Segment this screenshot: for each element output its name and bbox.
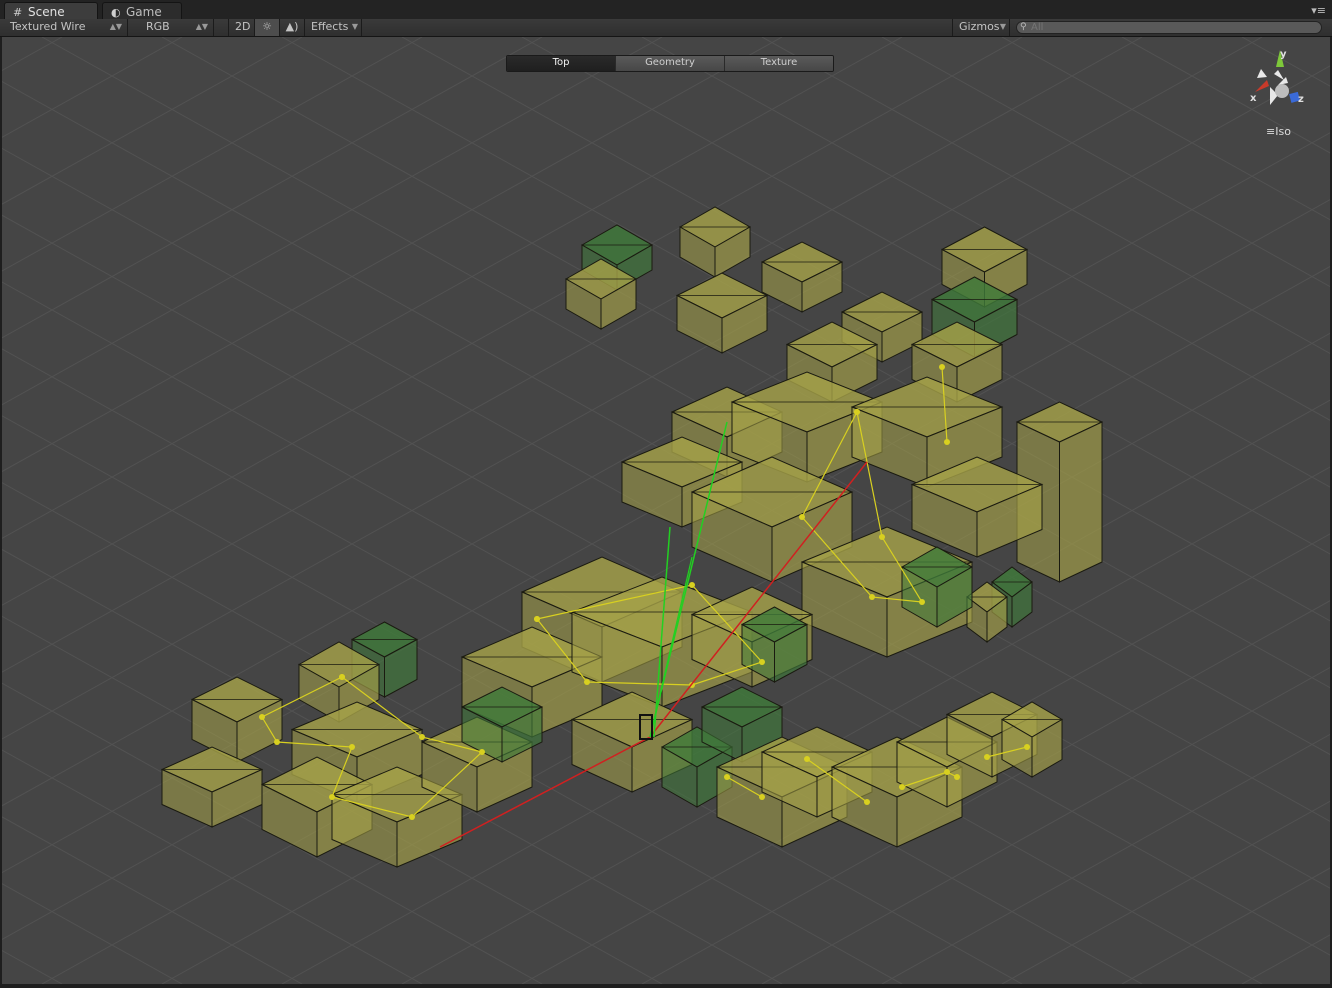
- hierarchy-search-input[interactable]: [1016, 21, 1322, 34]
- tab-game-label: Game: [126, 5, 162, 19]
- scene-overlay-toggle: Top Geometry Texture: [506, 55, 834, 72]
- speaker-icon: ▲): [285, 20, 299, 33]
- projection-label: Iso: [1275, 125, 1291, 138]
- projection-toggle[interactable]: ≡Iso: [1266, 125, 1291, 138]
- tab-scene[interactable]: # Scene: [4, 2, 98, 19]
- tab-bar: # Scene ◐ Game ▾≡: [0, 0, 1332, 20]
- toggle-2d-button[interactable]: 2D: [228, 19, 255, 36]
- effects-dropdown[interactable]: Effects ▼: [305, 19, 362, 36]
- tab-game[interactable]: ◐ Game: [102, 2, 182, 19]
- axis-y-label: y: [1280, 49, 1287, 60]
- render-mode-dropdown[interactable]: RGB ▲▼: [140, 19, 214, 36]
- updown-arrows-icon: ▲▼: [109, 22, 122, 31]
- effects-label: Effects: [311, 20, 349, 33]
- axis-cones-icon: y x z: [1250, 49, 1304, 105]
- overlay-texture-button[interactable]: Texture: [724, 56, 833, 71]
- scene-geometry: [2, 37, 1330, 984]
- tab-scene-label: Scene: [28, 5, 65, 19]
- overlay-geometry-button[interactable]: Geometry: [615, 56, 724, 71]
- menu-lines-icon: ≡: [1266, 125, 1276, 138]
- search-icon: ⚲: [1020, 22, 1027, 32]
- dropdown-arrow-icon: ▼: [351, 22, 358, 31]
- scene-toolbar: Textured Wire ▲▼ RGB ▲▼ 2D ☼ ▲) Effects …: [0, 19, 1332, 37]
- unity-scene-window: # Scene ◐ Game ▾≡ Textured Wire ▲▼ RGB ▲▼ …: [0, 0, 1332, 988]
- updown-arrows-icon: ▲▼: [195, 22, 208, 31]
- panel-menu-icon[interactable]: ▾≡: [1311, 4, 1326, 17]
- sun-icon: ☼: [262, 20, 272, 33]
- overlay-top-button[interactable]: Top: [507, 56, 615, 71]
- level-boxes: [160, 206, 1104, 868]
- axis-x-label: x: [1250, 93, 1257, 104]
- scene-audio-button[interactable]: ▲): [280, 19, 305, 36]
- draw-mode-dropdown[interactable]: Textured Wire ▲▼: [4, 19, 128, 36]
- gizmos-label: Gizmos: [959, 20, 1000, 33]
- draw-mode-label: Textured Wire: [10, 20, 86, 33]
- scene-lighting-button[interactable]: ☼: [255, 19, 280, 36]
- gizmos-dropdown[interactable]: Gizmos ▼: [952, 19, 1010, 36]
- toggle-2d-label: 2D: [235, 20, 251, 33]
- axis-z-label: z: [1298, 94, 1304, 105]
- scene-viewport[interactable]: Top Geometry Texture y x z ≡Iso: [2, 37, 1330, 984]
- render-mode-label: RGB: [146, 20, 170, 33]
- dropdown-arrow-icon: ▼: [999, 22, 1006, 31]
